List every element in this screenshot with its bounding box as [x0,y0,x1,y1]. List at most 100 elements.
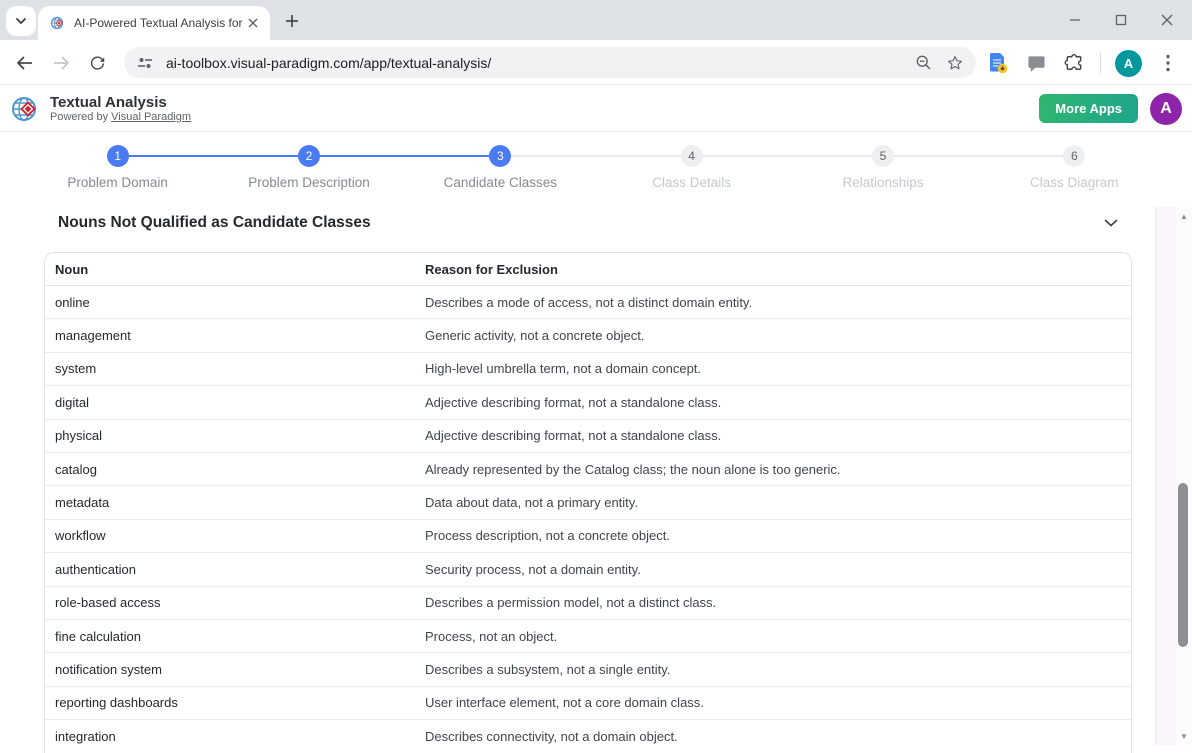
reason-cell: Describes a subsystem, not a single enti… [415,653,1131,686]
tab-title: AI-Powered Textual Analysis for [74,16,244,30]
kebab-menu-icon [1166,54,1170,72]
extensions-button[interactable] [1062,51,1086,75]
close-icon [248,18,258,28]
noun-cell: role-based access [45,587,415,620]
inner-scrollbar-track[interactable] [1155,207,1176,745]
section-collapse-button[interactable] [1100,212,1122,234]
stepper-step-problem-domain[interactable]: 1 Problem Domain [22,145,213,190]
stepper-step-relationships[interactable]: 5 Relationships [787,145,978,190]
step-label: Class Diagram [1030,175,1119,190]
table-row: reporting dashboards User interface elem… [45,687,1131,720]
stepper-step-class-diagram[interactable]: 6 Class Diagram [979,145,1170,190]
table-row: metadata Data about data, not a primary … [45,486,1131,519]
magnifier-minus-icon [915,54,932,71]
site-settings-icon[interactable] [134,52,156,74]
chevron-down-icon [15,17,27,25]
chat-bubble-icon [1027,54,1046,73]
noun-cell: fine calculation [45,620,415,653]
doc-download-extension-button[interactable] [986,51,1010,75]
table-row: catalog Already represented by the Catal… [45,453,1131,486]
window-maximize-button[interactable] [1106,5,1136,35]
step-number[interactable]: 6 [1063,145,1085,167]
step-label: Problem Description [248,175,370,190]
browser-menu-button[interactable] [1156,51,1180,75]
reason-cell: Generic activity, not a concrete object. [415,319,1131,352]
chevron-down-icon [1104,219,1118,227]
table-row: digital Adjective describing format, not… [45,386,1131,419]
column-header-reason: Reason for Exclusion [415,253,1131,286]
table-row: physical Adjective describing format, no… [45,420,1131,453]
url-text[interactable]: ai-toolbox.visual-paradigm.com/app/textu… [166,55,912,71]
window-controls [1060,0,1182,40]
reload-button[interactable] [84,50,110,76]
step-label: Problem Domain [67,175,168,190]
app-header: Textual Analysis Powered by Visual Parad… [0,86,1192,132]
scroll-down-arrow-icon[interactable]: ▼ [1176,729,1192,743]
scrollbar[interactable]: ▲ ▼ [1176,207,1192,745]
noun-cell: metadata [45,486,415,519]
step-label: Relationships [842,175,923,190]
step-connector [309,155,500,157]
forward-button[interactable] [48,50,74,76]
step-number[interactable]: 4 [681,145,703,167]
scrollbar-thumb[interactable] [1178,483,1188,647]
table-row: role-based access Describes a permission… [45,587,1131,620]
tab-close-button[interactable] [244,14,262,32]
noun-cell: authentication [45,553,415,586]
step-number[interactable]: 1 [107,145,129,167]
stepper-step-problem-description[interactable]: 2 Problem Description [213,145,404,190]
page-title: Textual Analysis [50,94,191,111]
excluded-nouns-table: Noun Reason for Exclusion online Describ… [44,252,1132,753]
stepper: 1 Problem Domain 2 Problem Description 3… [22,145,1170,190]
step-label: Candidate Classes [444,175,557,190]
window-minimize-button[interactable] [1060,5,1090,35]
powered-by-prefix: Powered by [50,111,111,123]
reason-cell: Describes a mode of access, not a distin… [415,286,1131,319]
noun-cell: digital [45,386,415,419]
zoom-out-indicator[interactable] [912,52,934,74]
table-row: integration Describes connectivity, not … [45,720,1131,753]
reason-cell: Describes connectivity, not a domain obj… [415,720,1131,753]
step-connector [118,155,309,157]
step-number[interactable]: 5 [872,145,894,167]
more-apps-button[interactable]: More Apps [1039,94,1138,123]
visual-paradigm-link[interactable]: Visual Paradigm [111,111,191,123]
chat-extension-button[interactable] [1024,51,1048,75]
noun-cell: online [45,286,415,319]
address-bar[interactable]: ai-toolbox.visual-paradigm.com/app/textu… [124,47,976,78]
window-close-button[interactable] [1152,5,1182,35]
stepper-step-class-details[interactable]: 4 Class Details [596,145,787,190]
reason-cell: Process, not an object. [415,620,1131,653]
reason-cell: Describes a permission model, not a dist… [415,587,1131,620]
step-number[interactable]: 3 [489,145,511,167]
reason-cell: Already represented by the Catalog class… [415,453,1131,486]
table-row: system High-level umbrella term, not a d… [45,353,1131,386]
bookmark-star-button[interactable] [944,52,966,74]
app-user-avatar[interactable]: A [1150,93,1182,125]
stepper-step-candidate-classes[interactable]: 3 Candidate Classes [405,145,596,190]
back-arrow-icon [16,56,34,70]
reason-cell: Security process, not a domain entity. [415,553,1131,586]
back-button[interactable] [12,50,38,76]
visual-paradigm-logo [10,93,42,125]
noun-cell: notification system [45,653,415,686]
scroll-up-arrow-icon[interactable]: ▲ [1176,209,1192,223]
star-icon [946,54,964,72]
step-number[interactable]: 2 [298,145,320,167]
new-tab-button[interactable] [282,11,302,31]
browser-tab[interactable]: AI-Powered Textual Analysis for [38,6,270,40]
reason-cell: User interface element, not a core domai… [415,687,1131,720]
doc-download-icon [988,52,1008,74]
step-connector [883,155,1074,157]
section-header: Nouns Not Qualified as Candidate Classes [58,212,1134,234]
table-row: workflow Process description, not a conc… [45,520,1131,553]
reload-icon [89,55,106,72]
toolbar-extension-area: A [986,46,1180,80]
browser-profile-avatar[interactable]: A [1115,50,1142,77]
noun-cell: management [45,319,415,352]
tab-search-button[interactable] [6,6,36,36]
plus-icon [285,14,299,28]
table-row: fine calculation Process, not an object. [45,620,1131,653]
table-row: online Describes a mode of access, not a… [45,286,1131,319]
forward-arrow-icon [52,56,70,70]
